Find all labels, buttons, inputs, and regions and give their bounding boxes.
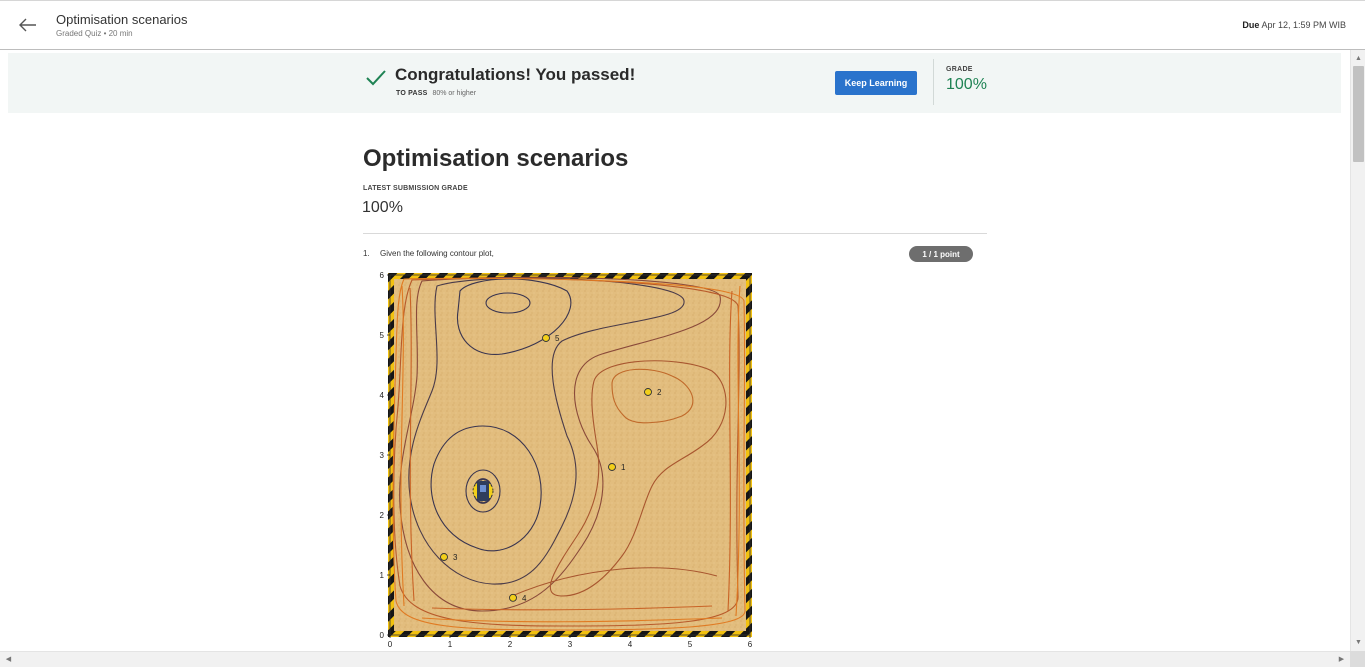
- grade-value: 100%: [946, 76, 987, 93]
- x-tick-label: 4: [628, 640, 633, 649]
- point-marker: [440, 553, 448, 561]
- point-marker: [542, 334, 550, 342]
- checkmark-icon: [365, 67, 387, 89]
- page-title: Optimisation scenarios: [363, 145, 629, 172]
- x-tick-label: 6: [748, 640, 753, 649]
- point-label: 5: [555, 334, 560, 343]
- latest-grade-label: LATEST SUBMISSION GRADE: [363, 185, 468, 192]
- header-subtitle: Graded Quiz • 20 min: [56, 29, 133, 38]
- point-label: 3: [453, 553, 458, 562]
- x-tick-label: 5: [688, 640, 693, 649]
- header-title-block: Optimisation scenarios Graded Quiz • 20 …: [56, 12, 188, 38]
- contour-plot-svg: 0 1 2 3 4 5 6 0 1 2 3 4 5 6 1 2 3 4 5: [380, 271, 753, 649]
- question-text: Given the following contour plot,: [380, 249, 494, 258]
- grade-label: GRADE: [946, 66, 973, 73]
- point-label: 1: [621, 463, 626, 472]
- top-bar: Optimisation scenarios Graded Quiz • 20 …: [0, 0, 1365, 50]
- to-pass-value: 80% or higher: [432, 90, 477, 97]
- due-date: Due Apr 12, 1:59 PM WIB: [1242, 20, 1346, 30]
- to-pass-label: TO PASS: [396, 90, 428, 97]
- arrow-left-icon[interactable]: [16, 13, 40, 37]
- question-number: 1.: [363, 249, 370, 258]
- horizontal-scrollbar[interactable]: ◀ ▶: [0, 651, 1350, 667]
- to-pass-info: TO PASS 80% or higher: [396, 90, 476, 97]
- robot-icon: [472, 480, 494, 502]
- pass-banner: Congratulations! You passed! TO PASS 80%…: [8, 53, 1341, 113]
- header-title: Optimisation scenarios: [56, 12, 188, 27]
- vertical-scrollbar[interactable]: ▲ ▼: [1350, 50, 1365, 651]
- point-marker: [644, 388, 652, 396]
- keep-learning-button[interactable]: Keep Learning: [835, 71, 917, 95]
- points-badge: 1 / 1 point: [909, 246, 973, 262]
- scroll-up-icon[interactable]: ▲: [1354, 54, 1363, 63]
- due-label: Due: [1242, 20, 1260, 30]
- divider: [363, 233, 987, 234]
- banner-divider: [933, 59, 934, 105]
- congrats-message: Congratulations! You passed!: [395, 65, 636, 84]
- due-value: Apr 12, 1:59 PM WIB: [1261, 20, 1346, 30]
- scroll-right-icon[interactable]: ▶: [1337, 655, 1346, 664]
- scroll-down-icon[interactable]: ▼: [1354, 638, 1363, 647]
- point-marker: [509, 593, 517, 602]
- scrollbar-corner: [1350, 651, 1365, 667]
- y-tick-label: 3: [380, 451, 385, 460]
- sand-area: [394, 279, 746, 631]
- y-tick-label: 4: [380, 391, 385, 400]
- x-tick-label: 0: [388, 640, 393, 649]
- y-tick-label: 2: [380, 511, 385, 520]
- y-tick-label: 0: [380, 631, 385, 640]
- x-tick-label: 3: [568, 640, 573, 649]
- x-tick-label: 2: [508, 640, 513, 649]
- point-marker: [608, 463, 616, 471]
- contour-plot: 0 1 2 3 4 5 6 0 1 2 3 4 5 6 1 2 3 4 5: [362, 266, 762, 651]
- y-tick-label: 6: [380, 271, 385, 280]
- y-tick-label: 5: [380, 331, 385, 340]
- quiz-page: Optimisation scenarios Graded Quiz • 20 …: [0, 0, 1365, 667]
- x-tick-label: 1: [448, 640, 453, 649]
- latest-grade-value: 100%: [362, 199, 403, 216]
- scroll-left-icon[interactable]: ◀: [4, 655, 13, 664]
- point-label: 2: [657, 388, 662, 397]
- y-tick-label: 1: [380, 571, 385, 580]
- point-label: 4: [522, 594, 527, 603]
- scroll-thumb[interactable]: [1353, 66, 1364, 162]
